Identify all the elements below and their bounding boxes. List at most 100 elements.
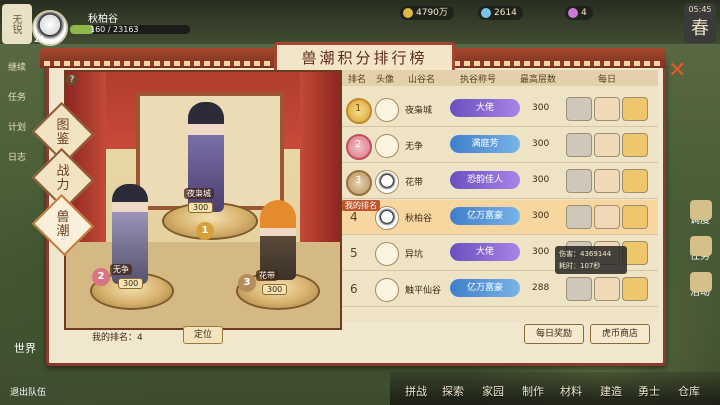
player-tag[interactable]: 无锐: [2, 4, 32, 44]
avatar: [375, 242, 399, 266]
exp-text: 160 / 23163: [90, 25, 139, 34]
col-title: 执谷称号: [460, 75, 497, 85]
avatar: [375, 134, 399, 158]
my-rank-tag: 我的排名: [342, 200, 380, 211]
daily-reward-3[interactable]: [622, 97, 648, 121]
bottom-nav: [390, 372, 720, 405]
gold-medal-icon: 1: [346, 98, 372, 124]
max-floors: 300: [532, 103, 550, 113]
daily-reward-2[interactable]: [594, 205, 620, 229]
close-icon[interactable]: ✕: [668, 58, 686, 83]
event-button[interactable]: 活动: [682, 272, 718, 298]
ticket-icon: [568, 8, 578, 18]
daily-reward-2[interactable]: [594, 169, 620, 193]
table-row[interactable]: 1 夜枭城 大佬 300: [342, 92, 658, 127]
help-icon[interactable]: ?: [66, 74, 78, 86]
max-floors: 300: [532, 139, 550, 149]
title-badge: 恐韵佳人: [450, 171, 520, 189]
table-header: 排名 头像 山谷名 执谷称号 最高层数 每日: [342, 70, 658, 86]
avatar: [375, 278, 399, 302]
daily-reward-3[interactable]: [622, 205, 648, 229]
title-badge: 亿万富豪: [450, 279, 520, 297]
panda-avatar: [375, 170, 399, 194]
title-badge: 满庭芳: [450, 135, 520, 153]
daily-reward-2[interactable]: [594, 133, 620, 157]
gem-icon: [481, 8, 491, 18]
dispatch-button[interactable]: 调度: [682, 200, 718, 226]
ticket-resource[interactable]: 4: [565, 6, 593, 20]
podium-score-first: 300: [188, 202, 214, 213]
gem-resource[interactable]: 2614: [478, 6, 523, 20]
plan-button[interactable]: 计划: [0, 120, 34, 144]
daily-reward-3[interactable]: [622, 133, 648, 157]
nav-warrior[interactable]: 勇士: [638, 383, 660, 399]
bronze-medal-icon: 3: [346, 170, 372, 196]
right-side-menu: 调度 任务 活动: [682, 200, 718, 308]
daily-reward-1[interactable]: [566, 169, 592, 193]
col-avatar: 头像: [376, 75, 395, 85]
daily-reward-button[interactable]: 每日奖励: [524, 324, 584, 344]
nav-material[interactable]: 材料: [560, 383, 582, 399]
valley-name: 触平仙谷: [405, 286, 442, 296]
daily-reward-1[interactable]: [566, 205, 592, 229]
nav-storage[interactable]: 仓库: [678, 383, 700, 399]
side-tabs: 图鉴 战力 兽潮: [31, 101, 95, 257]
my-rank-text: 我的排名：4: [92, 333, 143, 343]
my-table-row[interactable]: 4 秋柏谷 亿万富豪 300: [342, 200, 658, 235]
right-task-button[interactable]: 任务: [682, 236, 718, 262]
title-badge: 大佬: [450, 243, 520, 261]
player-level: 21: [34, 35, 46, 45]
avatar: [375, 98, 399, 122]
coin-resource[interactable]: 4790万: [400, 6, 454, 20]
valley-name: 夜枭城: [405, 106, 433, 116]
rank-number: 5: [350, 246, 358, 260]
character-third[interactable]: [260, 200, 296, 280]
tooltip-time: 耗时：107秒: [559, 262, 601, 270]
leave-team-button[interactable]: 退出队伍: [10, 385, 46, 398]
tiger-shop-button[interactable]: 虎币商店: [590, 324, 650, 344]
podium-name-first: 夜枭城: [184, 188, 214, 199]
clock-time: 05:45: [688, 5, 712, 14]
max-floors: 300: [532, 175, 550, 185]
table-row[interactable]: 2 无争 满庭芳 300: [342, 128, 658, 163]
rank-badge-third: 3: [238, 274, 256, 292]
nav-home[interactable]: 家园: [482, 383, 504, 399]
task-button[interactable]: 任务: [0, 90, 34, 114]
valley-name: 花带: [405, 178, 424, 188]
daily-reward-1[interactable]: [566, 133, 592, 157]
season-clock[interactable]: 05:45 春: [684, 3, 716, 43]
left-side-menu: 继续 任务 计划 日志: [0, 60, 34, 180]
nav-craft[interactable]: 制作: [522, 383, 544, 399]
daily-reward-2[interactable]: [594, 277, 620, 301]
rank-badge-first: 1: [196, 222, 214, 240]
col-valley: 山谷名: [408, 75, 436, 85]
rank-number: 6: [350, 282, 358, 296]
col-daily: 每日: [598, 75, 617, 85]
daily-reward-3[interactable]: [622, 277, 648, 301]
tooltip-damage: 伤害：4369144: [559, 250, 612, 258]
daily-reward-1[interactable]: [566, 97, 592, 121]
nav-build[interactable]: 建造: [600, 383, 622, 399]
valley-name: 异坑: [405, 250, 424, 260]
continue-button[interactable]: 继续: [0, 60, 34, 84]
daily-reward-2[interactable]: [594, 97, 620, 121]
title-badge: 亿万富豪: [450, 207, 520, 225]
locate-button[interactable]: 定位: [183, 326, 223, 344]
nav-battle[interactable]: 拼战: [405, 383, 427, 399]
damage-tooltip: 伤害：4369144 耗时：107秒: [555, 246, 627, 274]
table-row[interactable]: 6 触平仙谷 亿万富豪 288: [342, 272, 658, 307]
silver-medal-icon: 2: [346, 134, 372, 160]
log-button[interactable]: 日志: [0, 150, 34, 174]
coin-icon: [403, 8, 413, 18]
valley-name: 秋柏谷: [88, 14, 118, 25]
valley-name: 秋柏谷: [405, 214, 433, 224]
rank-number: 4: [350, 210, 358, 224]
ranking-table: 排名 头像 山谷名 执谷称号 最高层数 每日 1 夜枭城 大佬 300 2 无争…: [342, 70, 658, 322]
nav-explore[interactable]: 探索: [442, 383, 464, 399]
podium-stage: 1 夜枭城 300 2 无争 300 3 花带 300: [64, 70, 342, 330]
daily-reward-3[interactable]: [622, 169, 648, 193]
daily-reward-1[interactable]: [566, 277, 592, 301]
world-button[interactable]: 世界: [14, 340, 36, 356]
table-row[interactable]: 3 花带 恐韵佳人 300: [342, 164, 658, 199]
title-badge: 大佬: [450, 99, 520, 117]
